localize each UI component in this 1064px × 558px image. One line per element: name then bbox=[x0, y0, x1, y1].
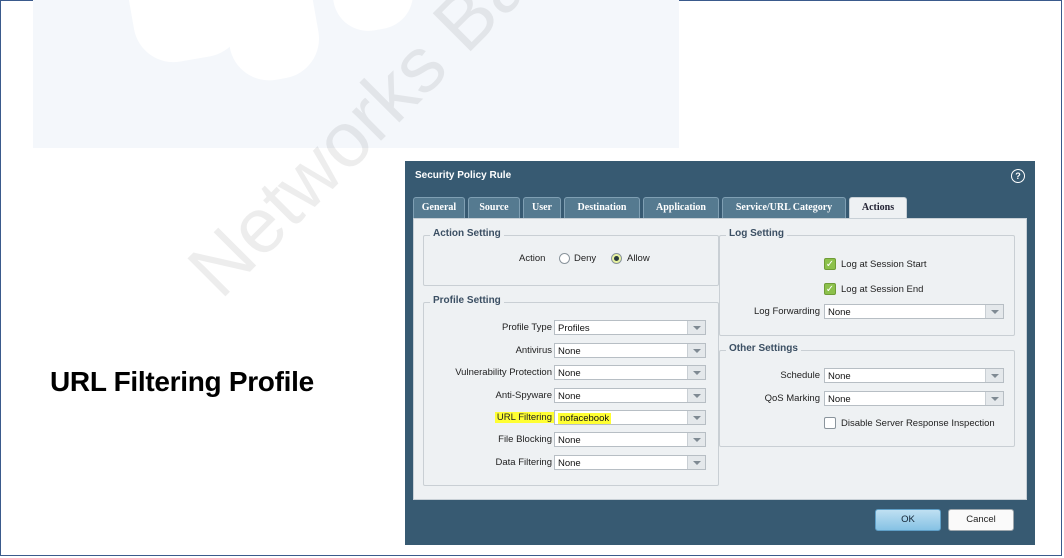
chevron-down-icon[interactable] bbox=[985, 392, 1003, 405]
disable-server-response-inspection-label: Disable Server Response Inspection bbox=[841, 418, 995, 429]
tab-destination[interactable]: Destination bbox=[564, 197, 640, 218]
chevron-down-icon[interactable] bbox=[687, 456, 705, 469]
profile-type-value: Profiles bbox=[558, 323, 590, 334]
schedule-label: Schedule bbox=[780, 370, 820, 381]
antivirus-label: Antivirus bbox=[515, 345, 552, 356]
tab-source[interactable]: Source bbox=[468, 197, 520, 218]
help-icon[interactable]: ? bbox=[1011, 169, 1025, 183]
other-settings-legend: Other Settings bbox=[726, 343, 801, 354]
allow-radio[interactable] bbox=[611, 253, 622, 264]
action-setting-group: Action Setting Action Deny Allow bbox=[423, 228, 719, 286]
chevron-down-icon[interactable] bbox=[985, 369, 1003, 382]
file-blocking-label: File Blocking bbox=[498, 434, 552, 445]
log-forwarding-select[interactable]: None bbox=[824, 304, 1004, 319]
log-session-end-checkbox[interactable]: ✓ bbox=[824, 283, 836, 295]
chevron-down-icon[interactable] bbox=[687, 344, 705, 357]
qos-marking-value: None bbox=[828, 394, 851, 405]
deny-label: Deny bbox=[574, 253, 597, 264]
chevron-down-icon[interactable] bbox=[687, 366, 705, 379]
anti-spyware-select[interactable]: None bbox=[554, 388, 706, 403]
log-session-start-checkbox[interactable]: ✓ bbox=[824, 258, 836, 270]
chevron-down-icon[interactable] bbox=[985, 305, 1003, 318]
actions-panel: Action Setting Action Deny Allow Profile… bbox=[413, 218, 1027, 500]
log-session-start-label: Log at Session Start bbox=[841, 259, 927, 270]
antivirus-select[interactable]: None bbox=[554, 343, 706, 358]
log-forwarding-value: None bbox=[828, 307, 851, 318]
other-settings-group: Other Settings Schedule None QoS Marking… bbox=[719, 343, 1015, 447]
log-forwarding-label: Log Forwarding bbox=[753, 306, 820, 317]
slide-title: URL Filtering Profile bbox=[50, 366, 314, 397]
tab-application[interactable]: Application bbox=[643, 197, 719, 218]
vulnerability-protection-select[interactable]: None bbox=[554, 365, 706, 380]
data-filtering-label: Data Filtering bbox=[495, 457, 553, 468]
file-blocking-select[interactable]: None bbox=[554, 432, 706, 447]
action-label: Action bbox=[519, 253, 546, 264]
cancel-button[interactable]: Cancel bbox=[948, 509, 1014, 531]
log-setting-group: Log Setting ✓ Log at Session Start ✓ Log… bbox=[719, 228, 1015, 336]
chevron-down-icon[interactable] bbox=[687, 433, 705, 446]
url-filtering-select[interactable]: nofacebook bbox=[554, 410, 706, 425]
profile-type-label: Profile Type bbox=[502, 322, 552, 333]
tab-user[interactable]: User bbox=[523, 197, 561, 218]
schedule-value: None bbox=[828, 371, 851, 382]
qos-marking-label: QoS Marking bbox=[764, 393, 820, 404]
vulnerability-protection-label: Vulnerability Protection bbox=[455, 367, 552, 378]
allow-label: Allow bbox=[627, 253, 650, 264]
ok-button[interactable]: OK bbox=[875, 509, 941, 531]
dialog-title: Security Policy Rule bbox=[415, 170, 512, 181]
anti-spyware-label: Anti-Spyware bbox=[495, 390, 553, 401]
tab-actions[interactable]: Actions bbox=[849, 197, 907, 220]
profile-setting-group: Profile Setting Profile Type Profiles An… bbox=[423, 295, 719, 486]
decorative-shape bbox=[327, 0, 419, 37]
schedule-select[interactable]: None bbox=[824, 368, 1004, 383]
disable-server-response-inspection-checkbox[interactable] bbox=[824, 417, 836, 429]
log-setting-legend: Log Setting bbox=[726, 228, 787, 239]
data-filtering-value: None bbox=[558, 458, 581, 469]
qos-marking-select[interactable]: None bbox=[824, 391, 1004, 406]
url-filtering-value: nofacebook bbox=[558, 413, 612, 424]
data-filtering-select[interactable]: None bbox=[554, 455, 706, 470]
chevron-down-icon[interactable] bbox=[687, 321, 705, 334]
tab-service-url-category[interactable]: Service/URL Category bbox=[722, 197, 846, 218]
security-policy-rule-dialog: Security Policy Rule ? General Source Us… bbox=[405, 161, 1035, 545]
file-blocking-value: None bbox=[558, 435, 581, 446]
profile-type-select[interactable]: Profiles bbox=[554, 320, 706, 335]
chevron-down-icon[interactable] bbox=[687, 411, 705, 424]
deny-radio[interactable] bbox=[559, 253, 570, 264]
vulnerability-protection-value: None bbox=[558, 368, 581, 379]
tab-general[interactable]: General bbox=[413, 197, 465, 218]
header-image-area bbox=[33, 0, 679, 148]
action-setting-legend: Action Setting bbox=[430, 228, 504, 239]
url-filtering-label: URL Filtering bbox=[494, 412, 554, 423]
antivirus-value: None bbox=[558, 346, 581, 357]
log-session-end-label: Log at Session End bbox=[841, 284, 924, 295]
chevron-down-icon[interactable] bbox=[687, 389, 705, 402]
profile-setting-legend: Profile Setting bbox=[430, 295, 504, 306]
anti-spyware-value: None bbox=[558, 391, 581, 402]
